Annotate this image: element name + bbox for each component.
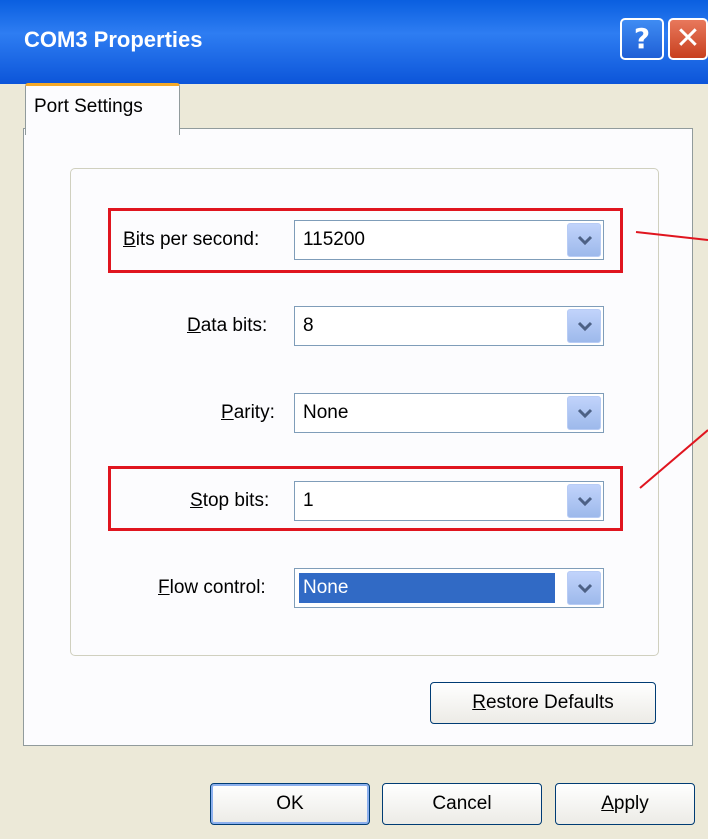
button-label: OK <box>276 793 304 814</box>
button-label: Cancel <box>432 793 492 814</box>
cancel-button[interactable]: Cancel <box>382 783 542 825</box>
callout-line-top <box>635 231 708 241</box>
button-label: estore Defaults <box>485 692 614 713</box>
callout-line-bottom <box>639 429 708 489</box>
button-label: pply <box>613 793 649 814</box>
mnemonic: A <box>601 793 614 814</box>
ok-button[interactable]: OK <box>210 783 370 825</box>
mnemonic: R <box>472 692 486 713</box>
apply-button[interactable]: Apply <box>555 783 695 825</box>
restore-defaults-button[interactable]: Restore Defaults <box>430 682 656 724</box>
dialog-window: COM3 Properties ? ✕ Port Settings Bits p… <box>0 0 708 839</box>
